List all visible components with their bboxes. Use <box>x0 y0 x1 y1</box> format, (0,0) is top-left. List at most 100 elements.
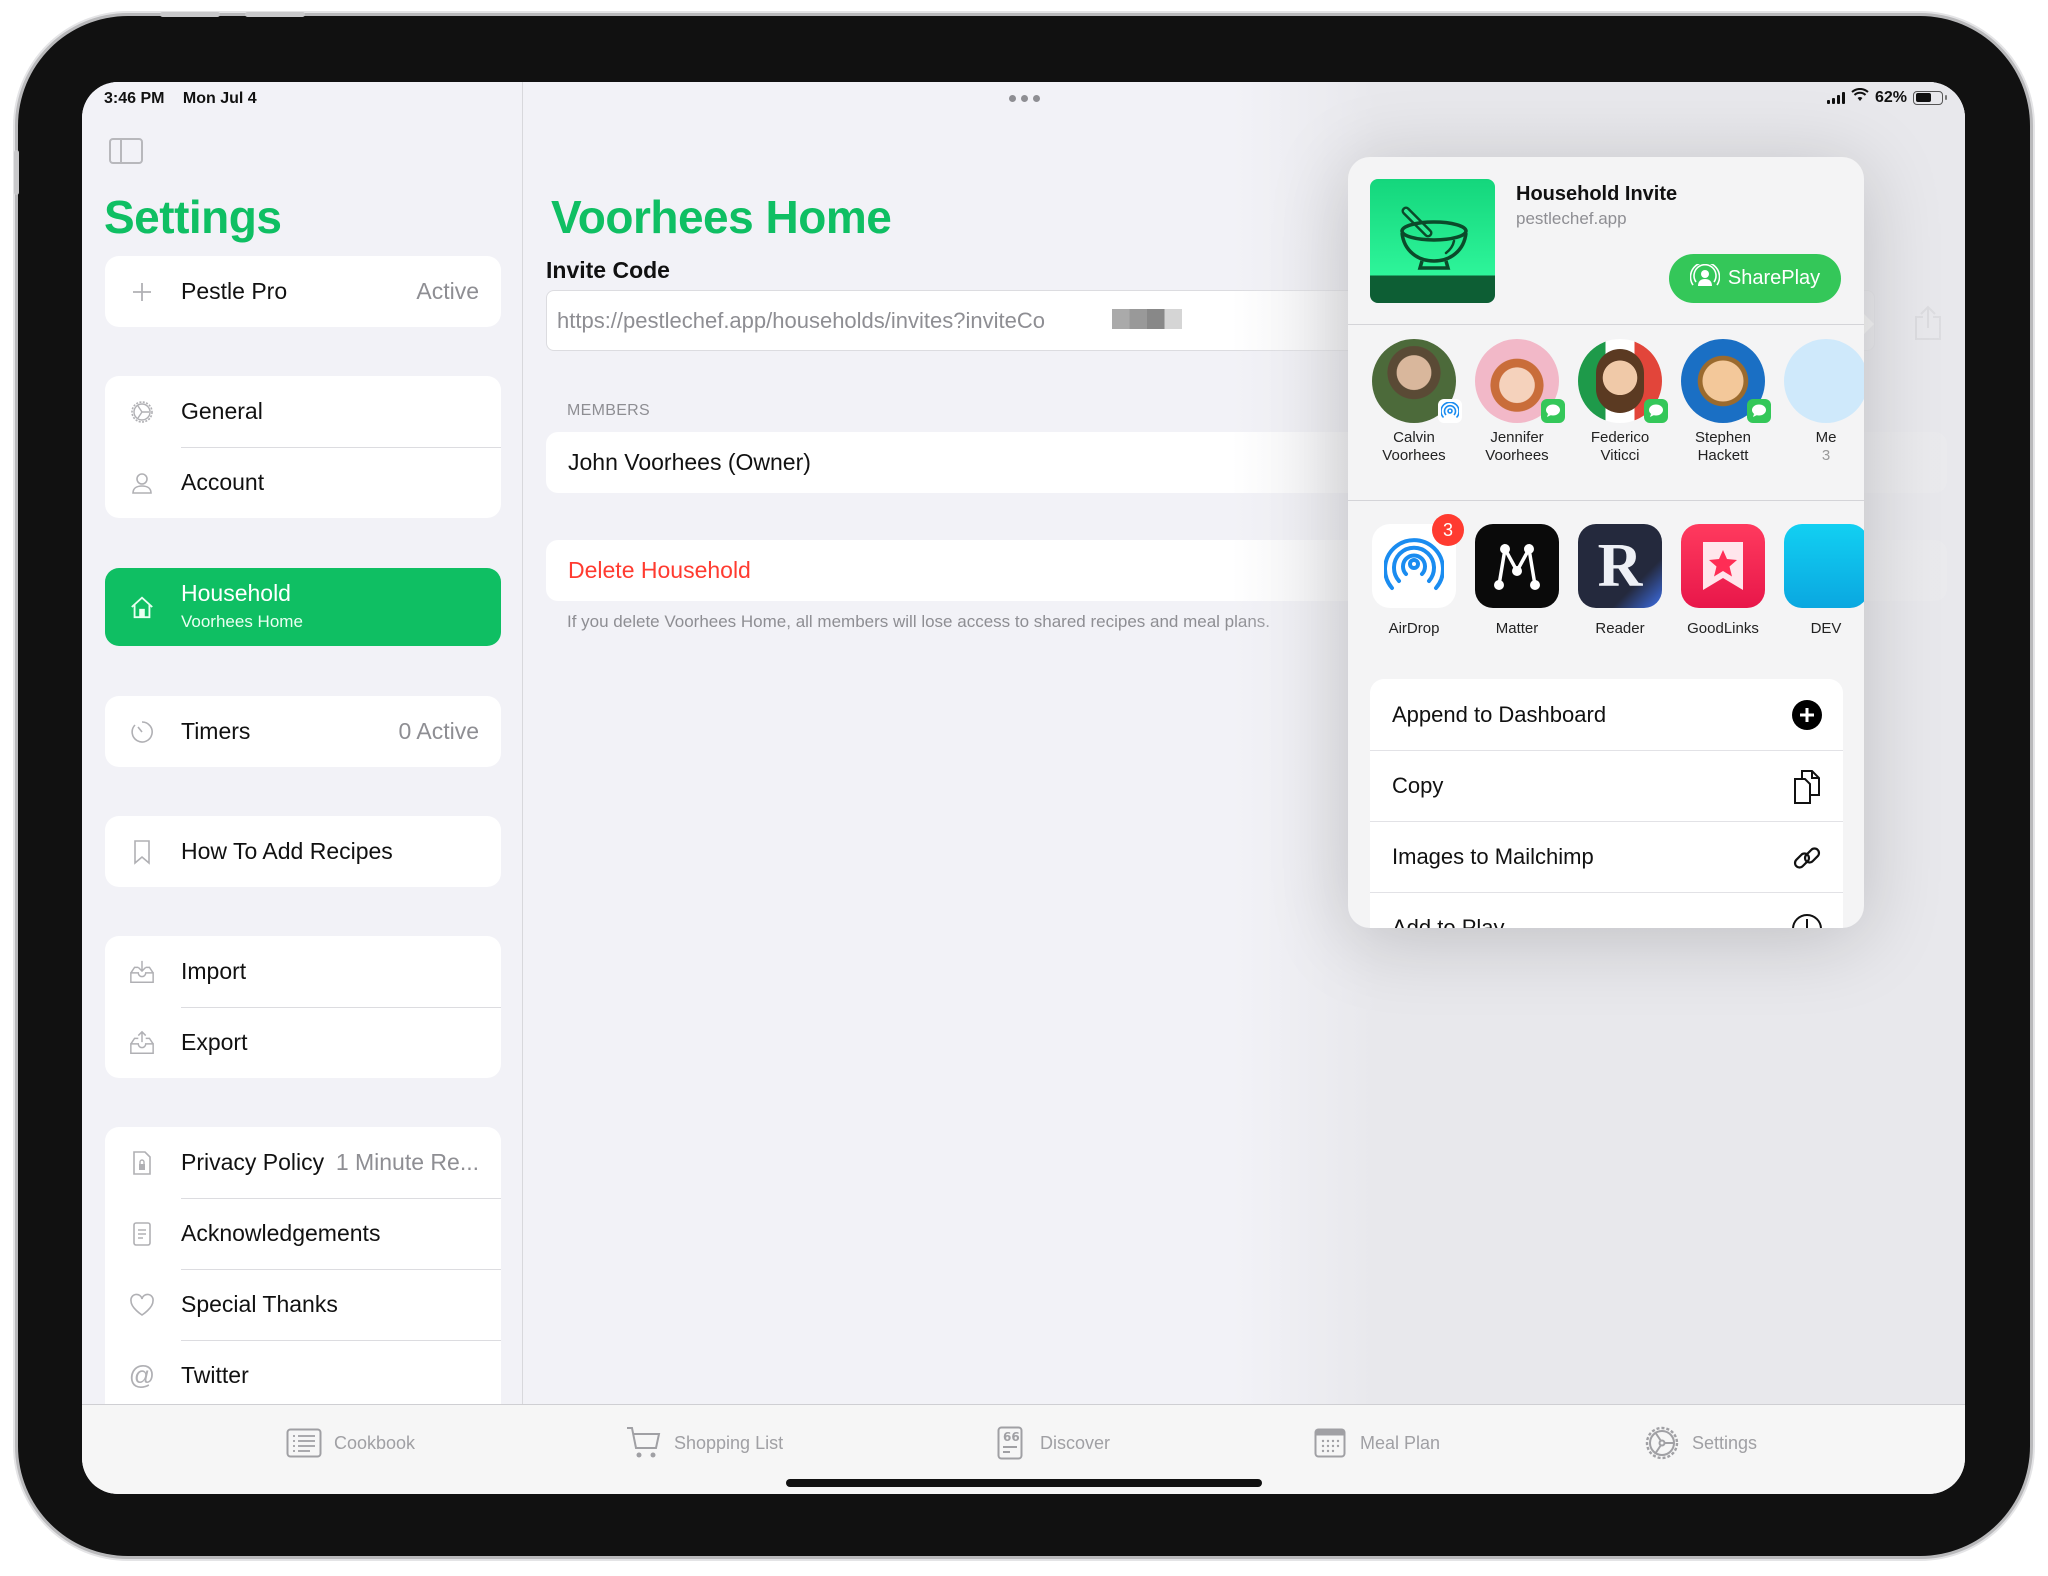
sidebar-item-how-to-add-recipes[interactable]: How To Add Recipes <box>105 816 501 887</box>
sidebar-item-label: How To Add Recipes <box>181 838 393 864</box>
shareplay-label: SharePlay <box>1727 267 1821 289</box>
household-row: Household Voorhees Home <box>105 568 501 646</box>
shareplay-icon <box>1689 261 1721 294</box>
delete-footnote: If you delete Voorhees Home, all members… <box>567 612 1271 631</box>
tab-label: Discover <box>1040 1432 1111 1453</box>
people-row: Calvin Voorhees Jennifer Voorhees Federi… <box>1348 325 1864 501</box>
tab-cookbook[interactable]: Cookbook <box>286 1426 415 1460</box>
tab-discover[interactable]: 66 Discover <box>992 1426 1110 1460</box>
how-to-card: How To Add Recipes <box>105 816 501 887</box>
svg-text:66: 66 <box>1003 1430 1020 1444</box>
heart-icon <box>129 1292 155 1318</box>
sidebar-item-label: Timers <box>181 718 251 744</box>
sidebar-item-special-thanks[interactable]: Special Thanks <box>105 1269 501 1340</box>
battery-icon <box>1913 90 1947 105</box>
sidebar-item-subtitle: Voorhees Home <box>181 612 303 631</box>
pestle-app-icon <box>1370 179 1495 303</box>
app-matter[interactable]: Matter <box>1462 524 1572 637</box>
action-append-to-dashboard[interactable]: Append to Dashboard <box>1370 679 1843 750</box>
tab-meal-plan[interactable]: Meal Plan <box>1312 1426 1440 1460</box>
person-name: Voorhees <box>1382 447 1446 464</box>
airdrop-badge-icon <box>1438 399 1462 423</box>
person-name: Voorhees <box>1485 447 1549 464</box>
sidebar-item-label: Acknowledgements <box>181 1220 381 1246</box>
share-sheet: Household Invite pestlechef.app SharePla… <box>1348 157 1864 928</box>
person-name: Federico <box>1590 429 1650 446</box>
tab-label: Settings <box>1692 1432 1758 1453</box>
person-name: Calvin <box>1393 429 1435 446</box>
person-name: Me <box>1815 429 1837 446</box>
app-reader[interactable]: R Reader <box>1565 524 1675 637</box>
person-suggestion[interactable]: Stephen Hackett <box>1668 339 1778 465</box>
sidebar-item-twitter[interactable]: @ Twitter <box>105 1340 501 1411</box>
sidebar-item-export[interactable]: Export <box>105 1007 501 1078</box>
sidebar-item-household[interactable]: Household Voorhees Home <box>105 568 501 646</box>
pestle-pro-card: Pestle Pro Active <box>105 256 501 327</box>
person-suggestion[interactable]: Me 3 <box>1771 339 1864 465</box>
avatar <box>1578 339 1668 423</box>
quote-icon: 66 <box>992 1426 1028 1460</box>
sidebar-item-label: Import <box>181 958 247 984</box>
person-name: Hackett <box>1697 447 1749 464</box>
action-images-to-mailchimp[interactable]: Images to Mailchimp <box>1370 821 1843 892</box>
sidebar: Settings Pestle Pro Active General Accou… <box>82 82 523 1427</box>
person-name: Jennifer <box>1490 429 1544 446</box>
sidebar-item-value: Active <box>416 278 479 304</box>
timer-icon <box>129 719 155 745</box>
sidebar-item-pestle-pro[interactable]: Pestle Pro Active <box>105 256 501 327</box>
action-add-to-play[interactable]: Add to Play <box>1370 892 1843 928</box>
shareplay-button[interactable]: SharePlay <box>1669 254 1841 303</box>
invite-code-value: https://pestlechef.app/households/invite… <box>557 307 1045 333</box>
sidebar-item-general[interactable]: General <box>105 376 501 447</box>
sidebar-toggle-icon[interactable] <box>109 138 143 164</box>
app-goodlinks[interactable]: GoodLinks <box>1668 524 1778 637</box>
tab-label: Shopping List <box>674 1432 784 1453</box>
wifi-icon <box>1851 88 1869 107</box>
clock-icon <box>1791 913 1823 928</box>
app-airdrop[interactable]: 3 AirDrop <box>1359 514 1469 637</box>
link-icon <box>1791 842 1823 874</box>
person-suggestion[interactable]: Federico Viticci <box>1565 339 1675 465</box>
app-name: Matter <box>1495 620 1539 637</box>
sidebar-item-timers[interactable]: Timers 0 Active <box>105 696 501 767</box>
sidebar-item-acknowledgements[interactable]: Acknowledgements <box>105 1198 501 1269</box>
share-icon[interactable] <box>1912 304 1950 342</box>
person-name: Viticci <box>1600 447 1640 464</box>
reader-icon: R <box>1578 524 1662 608</box>
sidebar-item-import[interactable]: Import <box>105 936 501 1007</box>
sidebar-title: Settings <box>104 191 282 243</box>
avatar <box>1372 339 1462 423</box>
tab-settings[interactable]: Settings <box>1644 1426 1757 1460</box>
tab-label: Meal Plan <box>1360 1432 1441 1453</box>
status-bar-left: 3:46 PM Mon Jul 4 <box>104 90 271 108</box>
status-date: Mon Jul 4 <box>182 90 257 107</box>
person-name: Stephen <box>1695 429 1751 446</box>
app-dev[interactable]: DEV <box>1771 524 1864 637</box>
dev-icon <box>1784 524 1864 608</box>
multitasking-dots-icon[interactable] <box>1009 95 1040 102</box>
plus-circle-icon <box>1791 699 1823 731</box>
sidebar-item-privacy-policy[interactable]: Privacy Policy 1 Minute Re... <box>105 1127 501 1198</box>
redacted-block <box>1112 309 1182 329</box>
person-suggestion[interactable]: Calvin Voorhees <box>1359 339 1469 465</box>
delete-household-label: Delete Household <box>568 557 751 583</box>
document-icon <box>129 1221 155 1247</box>
tray-upload-icon <box>129 1030 155 1056</box>
person-suggestion[interactable]: Jennifer Voorhees <box>1462 339 1572 465</box>
sidebar-item-label: Pestle Pro <box>181 278 288 304</box>
tab-shopping-list[interactable]: Shopping List <box>626 1426 783 1460</box>
airdrop-icon: 3 <box>1372 514 1464 608</box>
share-actions-list: Append to Dashboard Copy Images to Mailc… <box>1370 679 1843 928</box>
app-name: AirDrop <box>1388 620 1440 637</box>
members-header: MEMBERS <box>567 402 650 419</box>
bookmark-icon <box>129 839 155 865</box>
info-card: Privacy Policy 1 Minute Re... Acknowledg… <box>105 1127 501 1427</box>
home-indicator[interactable] <box>786 1479 1262 1487</box>
tray-download-icon <box>129 959 155 985</box>
goodlinks-icon <box>1681 524 1765 608</box>
action-copy[interactable]: Copy <box>1370 750 1843 821</box>
share-sheet-header: Household Invite pestlechef.app SharePla… <box>1348 157 1864 325</box>
side-button <box>14 150 19 195</box>
timers-card: Timers 0 Active <box>105 696 501 767</box>
sidebar-item-account[interactable]: Account <box>105 447 501 518</box>
